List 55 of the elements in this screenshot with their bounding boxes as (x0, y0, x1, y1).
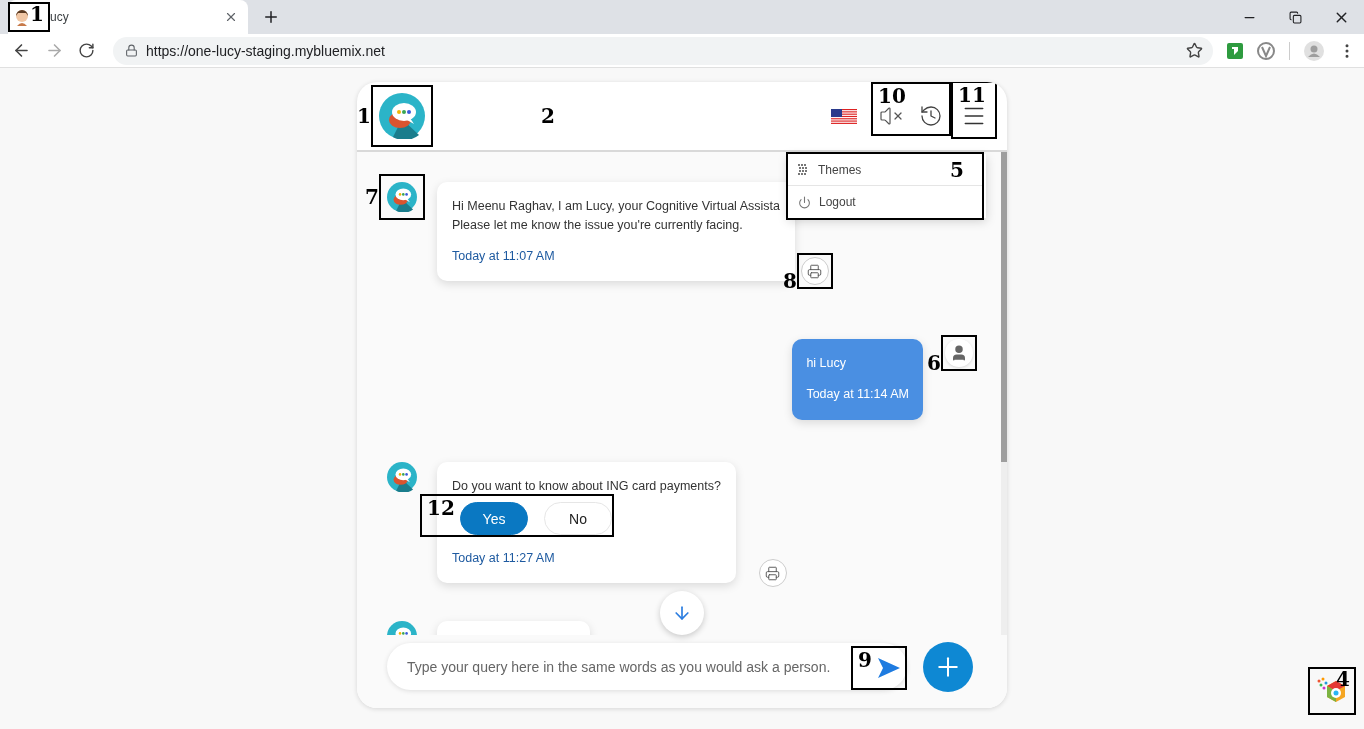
reload-icon[interactable] (78, 42, 95, 59)
callout-number: 10 (878, 86, 906, 106)
callout-number: 2 (541, 104, 555, 128)
message-time: Today at 11:27 AM (452, 550, 556, 567)
url-text: https://one-lucy-staging.mybluemix.net (146, 42, 386, 59)
lock-icon (125, 44, 138, 57)
address-field[interactable]: https://one-lucy-staging.mybluemix.net (113, 36, 1213, 65)
printer-icon (807, 263, 823, 279)
callout-number: 7 (365, 187, 379, 207)
callout-number: 1 (357, 106, 371, 126)
message-time: Today at 11:07 AM (452, 248, 556, 265)
extension-icon[interactable] (1257, 41, 1275, 60)
callout-number: 12 (427, 498, 455, 518)
star-icon[interactable] (1186, 42, 1203, 59)
person-icon (950, 344, 968, 362)
message-text: Do you want to know about ING card payments? (452, 478, 721, 495)
scrollbar[interactable] (1001, 152, 1007, 635)
option-button[interactable]: No (544, 502, 612, 535)
callout-number: 11 (958, 85, 986, 105)
mute-icon[interactable] (879, 104, 903, 128)
printer-icon (765, 565, 781, 581)
callout-number: 5 (950, 160, 964, 180)
add-button[interactable] (923, 641, 973, 692)
message-text: Please let me know the issue you're currently facing. (452, 217, 744, 234)
extension-icon[interactable] (1227, 42, 1243, 59)
menu-label: Themes (818, 162, 862, 177)
power-icon (798, 195, 811, 209)
new-tab-icon[interactable] (262, 8, 280, 26)
close-icon[interactable] (224, 10, 238, 24)
chat-bubble-avatar-icon (387, 462, 417, 492)
tab-title: ucy (50, 10, 70, 24)
callout-number: 4 (1336, 669, 1350, 689)
callout-number: 9 (858, 650, 872, 670)
message-text: hi Lucy (806, 355, 847, 372)
message-time: Today at 11:14 AM (806, 386, 909, 403)
browser-tab[interactable]: 1 ucy (8, 0, 248, 34)
person-icon (14, 8, 30, 26)
history-icon[interactable] (919, 104, 943, 128)
print-button[interactable] (758, 559, 787, 587)
flag-icon[interactable] (831, 108, 857, 124)
back-icon[interactable] (12, 41, 31, 60)
profile-icon[interactable] (1304, 40, 1324, 61)
forward-icon[interactable] (45, 41, 64, 60)
scroll-down-button[interactable] (660, 591, 704, 635)
chat-bubble-avatar-icon (379, 93, 425, 139)
send-icon (878, 658, 900, 678)
option-button[interactable]: Yes (460, 502, 528, 535)
callout-number: 8 (783, 271, 797, 291)
chat-bubble-avatar-icon (387, 182, 417, 212)
dots-icon (798, 164, 810, 175)
message-text: Hi Meenu Raghav, I am Lucy, your Cognitive Virtual Assista (452, 198, 780, 215)
callout-number: 6 (927, 353, 941, 373)
menu-label: Logout (819, 195, 856, 209)
callout-number: 1 (30, 4, 44, 24)
menu-item[interactable]: Logout (788, 186, 982, 218)
